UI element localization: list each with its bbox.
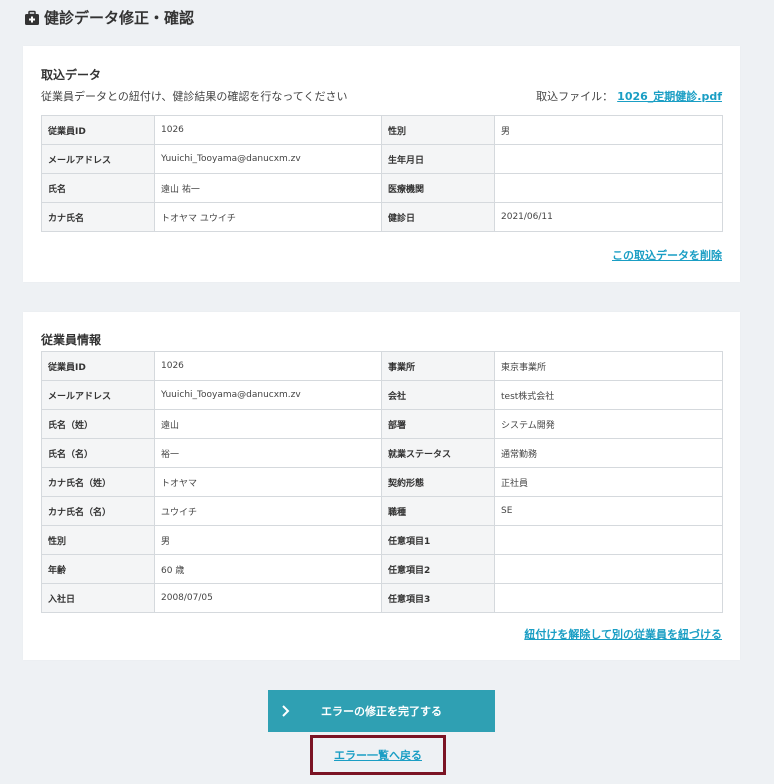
field-label: 任意項目2 xyxy=(381,554,495,584)
field-value: 正社員 xyxy=(494,467,723,497)
table-row: 入社日 2008/07/05 任意項目3 xyxy=(41,583,723,613)
field-label: 医療機関 xyxy=(381,173,495,203)
page-title: 健診データ修正・確認 xyxy=(44,9,195,27)
field-value: システム開発 xyxy=(494,409,723,439)
delete-import-data-link[interactable]: この取込データを削除 xyxy=(612,247,722,263)
field-label: 部署 xyxy=(381,409,495,439)
page-header: 健診データ修正・確認 xyxy=(24,7,194,28)
medical-kit-icon xyxy=(24,10,40,26)
field-value: test株式会社 xyxy=(494,380,723,410)
page: 健診データ修正・確認 取込データ 従業員データとの紐付け、健診結果の確認を行なっ… xyxy=(0,0,774,784)
field-value: 1026 xyxy=(154,351,382,381)
table-row: カナ氏名 トオヤマ ユウイチ 健診日 2021/06/11 xyxy=(41,202,723,232)
field-label: 任意項目1 xyxy=(381,525,495,555)
table-row: 性別 男 任意項目1 xyxy=(41,525,723,555)
field-value xyxy=(494,173,723,203)
field-label: 年齢 xyxy=(41,554,155,584)
field-value: 2008/07/05 xyxy=(154,583,382,613)
field-label: カナ氏名（名） xyxy=(41,496,155,526)
relink-employee-link[interactable]: 紐付けを解除して別の従業員を紐づける xyxy=(524,626,722,642)
field-value: 60 歳 xyxy=(154,554,382,584)
field-label: 氏名（姓） xyxy=(41,409,155,439)
field-label: 契約形態 xyxy=(381,467,495,497)
back-to-error-list-link[interactable]: エラー一覧へ戻る xyxy=(334,747,422,763)
field-label: 性別 xyxy=(41,525,155,555)
field-value: 遠山 祐一 xyxy=(154,173,382,203)
field-value xyxy=(494,144,723,174)
field-value: 遠山 xyxy=(154,409,382,439)
import-data-table: 従業員ID 1026 性別 男 メールアドレス Yuuichi_Tooyama@… xyxy=(41,115,723,232)
field-label: カナ氏名 xyxy=(41,202,155,232)
employee-info-card: 従業員情報 従業員ID 1026 事業所 東京事業所 メールアドレス Yuuic… xyxy=(23,312,740,660)
field-label: 生年月日 xyxy=(381,144,495,174)
employee-section-title: 従業員情報 xyxy=(41,333,102,347)
field-label: 事業所 xyxy=(381,351,495,381)
field-value: 通常勤務 xyxy=(494,438,723,468)
field-label: 就業ステータス xyxy=(381,438,495,468)
field-value: Yuuichi_Tooyama@danucxm.zv xyxy=(154,380,382,410)
field-label: 従業員ID xyxy=(41,115,155,145)
field-value: 2021/06/11 xyxy=(494,202,723,232)
field-value: 裕一 xyxy=(154,438,382,468)
table-row: 氏名 遠山 祐一 医療機関 xyxy=(41,173,723,203)
field-value: 1026 xyxy=(154,115,382,145)
field-label: 入社日 xyxy=(41,583,155,613)
employee-info-table: 従業員ID 1026 事業所 東京事業所 メールアドレス Yuuichi_Too… xyxy=(41,351,723,613)
table-row: 氏名（名） 裕一 就業ステータス 通常勤務 xyxy=(41,438,723,468)
import-section-description: 従業員データとの紐付け、健診結果の確認を行なってください xyxy=(41,90,348,103)
field-value: 男 xyxy=(494,115,723,145)
import-file-line: 取込ファイル： 1026_定期健診.pdf xyxy=(536,88,722,104)
complete-fix-button[interactable]: エラーの修正を完了する xyxy=(268,690,495,732)
import-data-card: 取込データ 従業員データとの紐付け、健診結果の確認を行なってください 取込ファイ… xyxy=(23,46,740,282)
table-row: カナ氏名（名） ユウイチ 職種 SE xyxy=(41,496,723,526)
table-row: 従業員ID 1026 性別 男 xyxy=(41,115,723,145)
table-row: 氏名（姓） 遠山 部署 システム開発 xyxy=(41,409,723,439)
import-file-label: 取込ファイル： xyxy=(536,90,614,103)
field-label: 健診日 xyxy=(381,202,495,232)
field-label: メールアドレス xyxy=(41,380,155,410)
field-label: 従業員ID xyxy=(41,351,155,381)
field-value: トオヤマ xyxy=(154,467,382,497)
field-label: カナ氏名（姓） xyxy=(41,467,155,497)
import-file-link[interactable]: 1026_定期健診.pdf xyxy=(617,90,722,103)
field-label: メールアドレス xyxy=(41,144,155,174)
field-value: トオヤマ ユウイチ xyxy=(154,202,382,232)
field-value: SE xyxy=(494,496,723,526)
field-label: 性別 xyxy=(381,115,495,145)
field-value xyxy=(494,525,723,555)
field-label: 氏名 xyxy=(41,173,155,203)
import-section-title: 取込データ xyxy=(41,68,102,82)
back-link-highlight: エラー一覧へ戻る xyxy=(310,735,446,775)
table-row: 年齢 60 歳 任意項目2 xyxy=(41,554,723,584)
field-label: 職種 xyxy=(381,496,495,526)
field-value: 東京事業所 xyxy=(494,351,723,381)
field-value: ユウイチ xyxy=(154,496,382,526)
field-label: 氏名（名） xyxy=(41,438,155,468)
table-row: メールアドレス Yuuichi_Tooyama@danucxm.zv 会社 te… xyxy=(41,380,723,410)
field-value: Yuuichi_Tooyama@danucxm.zv xyxy=(154,144,382,174)
chevron-right-icon xyxy=(280,704,292,718)
table-row: カナ氏名（姓） トオヤマ 契約形態 正社員 xyxy=(41,467,723,497)
complete-fix-button-label: エラーの修正を完了する xyxy=(321,706,442,718)
field-label: 会社 xyxy=(381,380,495,410)
field-value: 男 xyxy=(154,525,382,555)
table-row: メールアドレス Yuuichi_Tooyama@danucxm.zv 生年月日 xyxy=(41,144,723,174)
field-value xyxy=(494,554,723,584)
field-label: 任意項目3 xyxy=(381,583,495,613)
field-value xyxy=(494,583,723,613)
table-row: 従業員ID 1026 事業所 東京事業所 xyxy=(41,351,723,381)
